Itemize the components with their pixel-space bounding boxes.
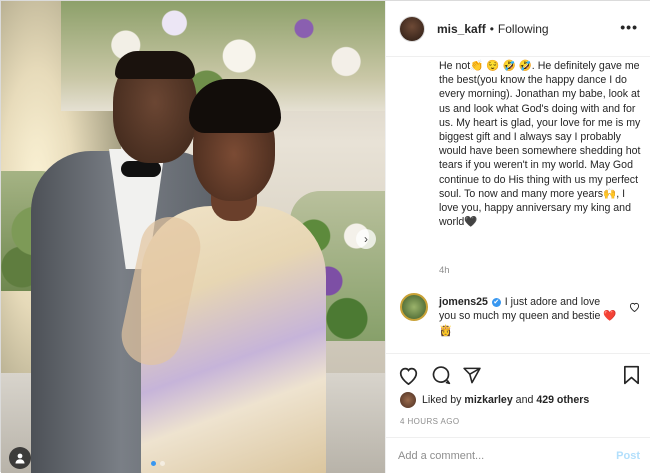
comment-like-button[interactable] xyxy=(629,302,640,315)
heart-icon xyxy=(399,367,417,385)
save-button[interactable] xyxy=(619,363,643,387)
likes-prefix: Liked by xyxy=(422,394,462,406)
bride-hair xyxy=(189,79,281,133)
likes-conjunction: and xyxy=(515,394,534,406)
author-avatar[interactable] xyxy=(399,15,425,42)
carousel-dot xyxy=(160,461,165,466)
heart-outline-icon xyxy=(629,302,640,313)
post-details-panel: mis_kaff • Following ••• He not👏 😌 🤣 🤣. … xyxy=(385,1,650,473)
user-tag-icon xyxy=(15,453,25,464)
tagged-users-button[interactable] xyxy=(9,447,31,469)
groom-bowtie xyxy=(121,161,161,177)
comment-input[interactable] xyxy=(398,449,588,462)
share-button[interactable] xyxy=(460,363,484,387)
chevron-right-icon: › xyxy=(364,232,368,246)
post-caption: He not👏 😌 🤣 🤣. He definitely gave me the… xyxy=(439,60,641,229)
carousel-next-button[interactable]: › xyxy=(356,229,376,249)
groom-hair xyxy=(115,51,195,79)
post-comment-button[interactable]: Post xyxy=(616,450,640,462)
more-options-icon[interactable]: ••• xyxy=(620,19,638,35)
bookmark-icon xyxy=(623,365,639,385)
likes-summary: Liked by mizkarley and 429 others xyxy=(400,392,589,408)
likes-others-link[interactable]: 429 others xyxy=(536,394,589,406)
liker-username[interactable]: mizkarley xyxy=(464,394,512,406)
post-photo[interactable]: › xyxy=(1,1,385,473)
carousel-dot-active xyxy=(151,461,156,466)
following-button[interactable]: Following xyxy=(498,22,549,36)
caption-time[interactable]: 4h xyxy=(439,265,450,276)
post-header: mis_kaff • Following ••• xyxy=(386,1,650,57)
share-icon xyxy=(463,367,481,383)
commenter-username[interactable]: jomens25 xyxy=(439,296,488,308)
header-separator: • xyxy=(489,21,494,36)
commenter-avatar[interactable] xyxy=(400,293,428,321)
comment-body: jomens25 ✔ I just adore and love you so … xyxy=(439,295,619,338)
post-timestamp[interactable]: 4 HOURS AGO xyxy=(400,417,460,426)
carousel-indicator xyxy=(151,461,165,466)
liker-avatar[interactable] xyxy=(400,392,416,408)
verified-badge-icon: ✔ xyxy=(491,297,501,307)
post-actions-bar xyxy=(386,353,650,393)
comment-button[interactable] xyxy=(429,363,453,387)
author-username[interactable]: mis_kaff xyxy=(437,22,486,36)
comment-icon xyxy=(432,366,451,385)
add-comment-bar: Post xyxy=(386,437,650,473)
instagram-post-modal: › mis_kaff • Following ••• He not👏 😌 🤣 🤣… xyxy=(0,0,650,473)
like-button[interactable] xyxy=(396,363,420,387)
